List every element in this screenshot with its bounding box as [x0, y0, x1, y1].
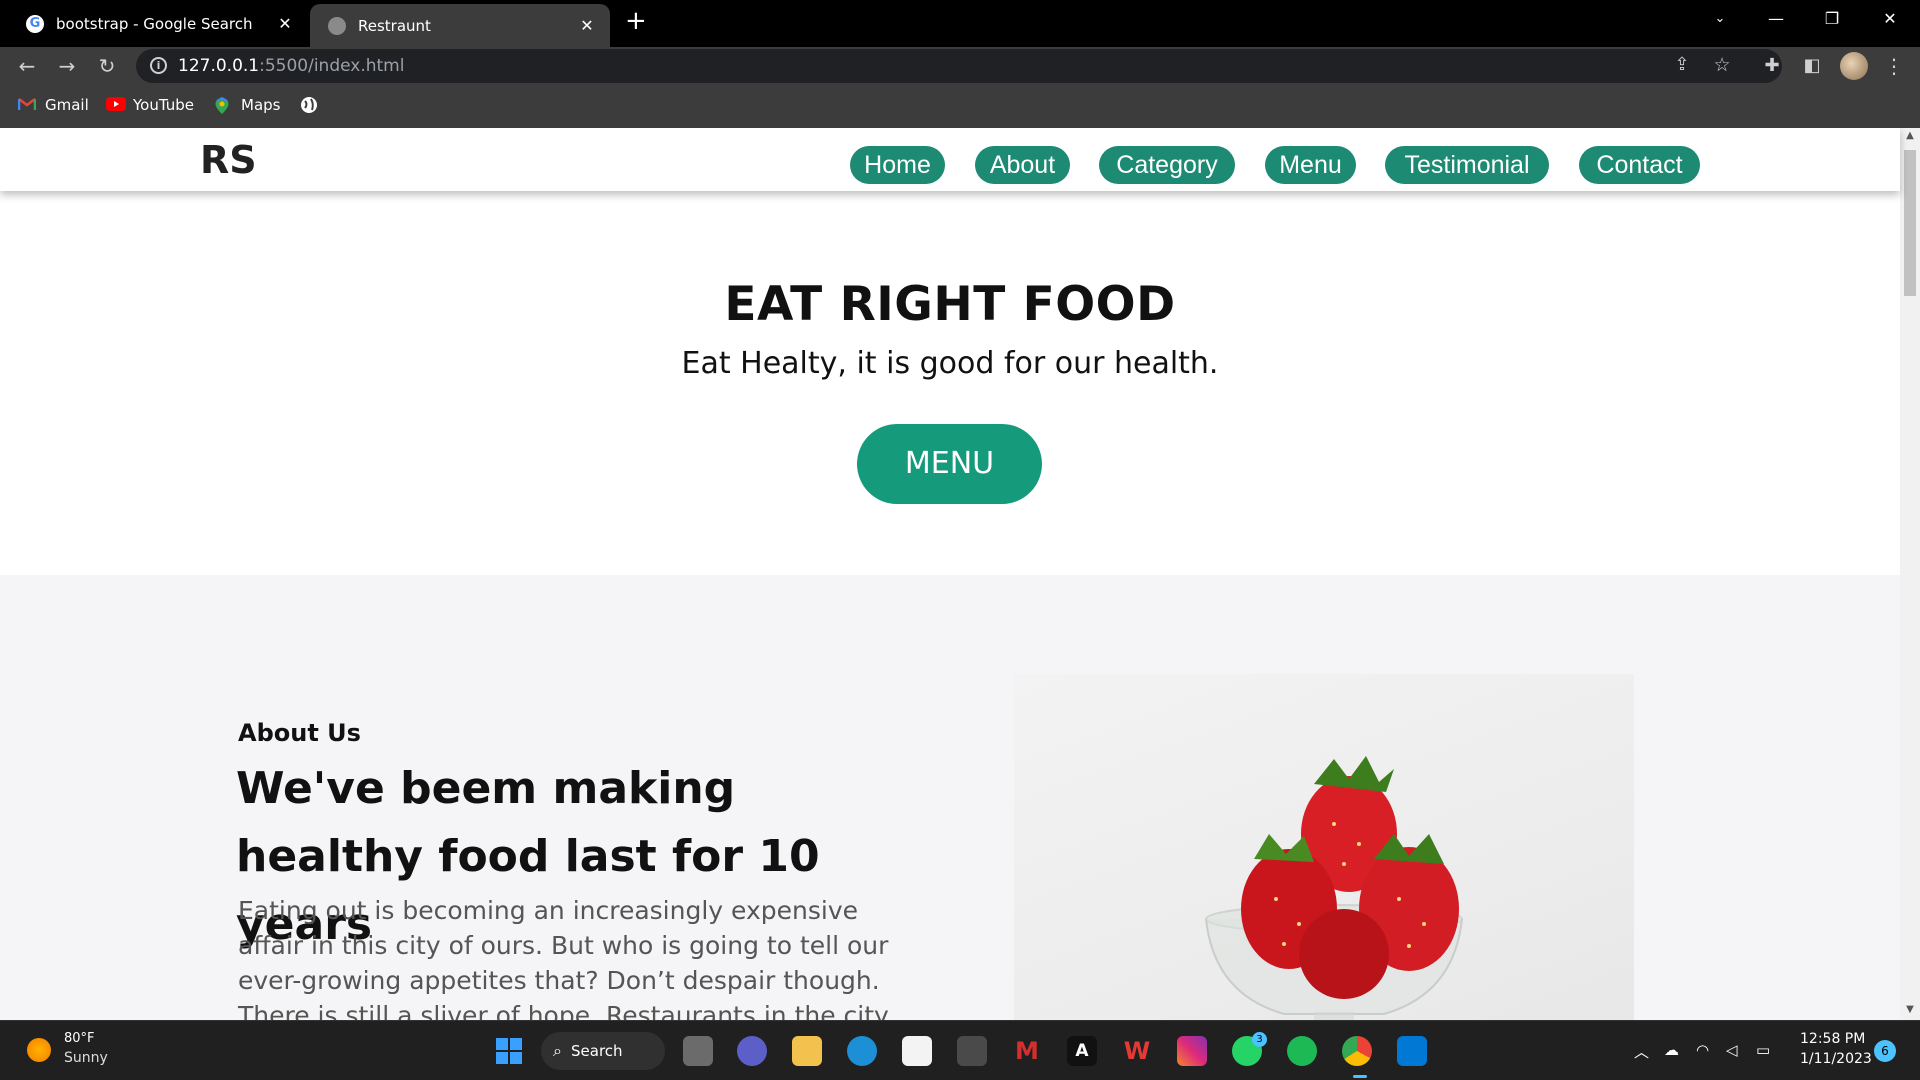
nav-category[interactable]: Category	[1099, 146, 1235, 184]
tab-google-search[interactable]: G bootstrap - Google Search ✕	[8, 6, 308, 42]
tab-search-chevron-icon[interactable]: ⌄	[1692, 0, 1748, 40]
menu-button[interactable]: MENU	[857, 424, 1042, 504]
clock-time[interactable]: 12:58 PM	[1800, 1031, 1865, 1047]
mcafee-icon[interactable]: M	[1012, 1036, 1042, 1066]
chrome-icon[interactable]	[1342, 1036, 1372, 1066]
battery-icon[interactable]: ▭	[1756, 1041, 1770, 1059]
wps-office-icon[interactable]: W	[1122, 1036, 1152, 1066]
scroll-down-arrow-icon[interactable]: ▼	[1900, 1004, 1920, 1015]
weather-description[interactable]: Sunny	[64, 1050, 108, 1066]
weather-temperature[interactable]: 80°F	[64, 1031, 95, 1046]
browser-tab-strip: G bootstrap - Google Search ✕ Restraunt …	[0, 0, 1920, 47]
google-icon: G	[26, 15, 44, 33]
share-icon[interactable]: ⇪	[1670, 54, 1694, 78]
youtube-icon	[106, 97, 126, 113]
task-view-icon[interactable]	[683, 1036, 713, 1066]
page-scrollbar[interactable]: ▲ ▼	[1900, 128, 1920, 1020]
close-icon[interactable]: ✕	[276, 15, 294, 33]
about-eyebrow: About Us	[238, 719, 361, 747]
nav-contact[interactable]: Contact	[1579, 146, 1700, 184]
tab-title: Restraunt	[358, 16, 431, 35]
site-brand-logo[interactable]: RS	[200, 138, 257, 182]
whatsapp-badge: 3	[1252, 1032, 1267, 1047]
hero-subtitle: Eat Healty, it is good for our health.	[681, 346, 1219, 381]
more-menu-icon[interactable]: ⋮	[1882, 55, 1906, 79]
new-tab-button[interactable]: +	[625, 8, 647, 34]
site-info-icon[interactable]: i	[150, 57, 167, 74]
about-body: Eating out is becoming an increasingly e…	[238, 896, 889, 1020]
side-panel-icon[interactable]: ◧	[1800, 55, 1824, 79]
tab-title: bootstrap - Google Search	[56, 15, 253, 33]
extensions-icon[interactable]: ✚	[1760, 55, 1784, 79]
hero-section: EAT RIGHT FOOD Eat Healty, it is good fo…	[0, 191, 1900, 575]
scrollbar-thumb[interactable]	[1904, 150, 1916, 296]
nav-home[interactable]: Home	[850, 146, 945, 184]
profile-avatar[interactable]	[1840, 52, 1868, 80]
microsoft-store-icon[interactable]	[902, 1036, 932, 1066]
sun-icon[interactable]	[27, 1038, 51, 1062]
minimize-button[interactable]: —	[1748, 0, 1804, 40]
close-window-button[interactable]: ✕	[1862, 0, 1918, 40]
tab-restraunt[interactable]: Restraunt ✕	[310, 4, 610, 47]
spotify-icon[interactable]	[1287, 1036, 1317, 1066]
globe-icon	[300, 96, 318, 113]
chrome-running-indicator	[1353, 1075, 1367, 1078]
edge-icon[interactable]	[847, 1036, 877, 1066]
restore-button[interactable]: ❐	[1804, 0, 1860, 40]
gmail-icon	[17, 97, 37, 113]
bookmarks-bar: Gmail YouTube Maps	[0, 85, 1920, 128]
vscode-icon[interactable]	[1397, 1036, 1427, 1066]
onedrive-icon[interactable]: ☁	[1664, 1041, 1679, 1059]
bookmark-youtube[interactable]: YouTube	[106, 96, 194, 114]
tray-chevron-icon[interactable]: ︿	[1634, 1041, 1649, 1062]
taskbar-search[interactable]: ⌕ Search	[541, 1032, 665, 1070]
hero-title: EAT RIGHT FOOD	[724, 277, 1176, 332]
file-explorer-icon[interactable]	[792, 1036, 822, 1066]
windows-taskbar: 80°F Sunny ⌕ Search M A W 3 ︿ ☁ ◠ ◁ ▭ 12…	[0, 1020, 1920, 1080]
arc-app-icon[interactable]: A	[1067, 1036, 1097, 1066]
page-viewport: RS Home About Category Menu Testimonial …	[0, 128, 1920, 1020]
windows-start-icon[interactable]	[494, 1036, 524, 1066]
teams-chat-icon[interactable]	[737, 1036, 767, 1066]
clock-date[interactable]: 1/11/2023	[1800, 1051, 1872, 1067]
bookmark-maps[interactable]: Maps	[214, 96, 280, 114]
volume-icon[interactable]: ◁	[1726, 1041, 1738, 1059]
instagram-icon[interactable]	[1177, 1036, 1207, 1066]
bookmark-star-icon[interactable]: ☆	[1710, 54, 1734, 78]
globe-icon	[328, 16, 346, 35]
notification-badge[interactable]: 6	[1874, 1040, 1896, 1062]
address-bar[interactable]: i 127.0.0.1:5500/index.html ⇪ ☆	[136, 49, 1782, 83]
browser-toolbar: ← → ↻ i 127.0.0.1:5500/index.html ⇪ ☆ ✚ …	[0, 47, 1920, 85]
bookmark-gmail[interactable]: Gmail	[17, 96, 89, 114]
nav-menu[interactable]: Menu	[1265, 146, 1356, 184]
reload-icon[interactable]: ↻	[95, 55, 119, 79]
nav-about[interactable]: About	[975, 146, 1070, 184]
strawberry-photo	[1014, 674, 1634, 1020]
forward-icon[interactable]: →	[55, 55, 79, 79]
nav-testimonial[interactable]: Testimonial	[1385, 146, 1549, 184]
maps-icon	[214, 96, 232, 114]
url-text[interactable]: 127.0.0.1:5500/index.html	[178, 56, 404, 76]
vpn-app-icon[interactable]	[957, 1036, 987, 1066]
about-section: About Us We've beem making healthy food …	[0, 575, 1900, 1020]
back-icon[interactable]: ←	[15, 55, 39, 79]
bookmark-globe[interactable]	[300, 96, 327, 113]
wifi-icon[interactable]: ◠	[1696, 1041, 1709, 1059]
scroll-up-arrow-icon[interactable]: ▲	[1900, 130, 1920, 141]
search-icon: ⌕	[553, 1041, 562, 1060]
close-icon[interactable]: ✕	[578, 16, 596, 35]
site-navbar: RS Home About Category Menu Testimonial …	[0, 128, 1900, 191]
